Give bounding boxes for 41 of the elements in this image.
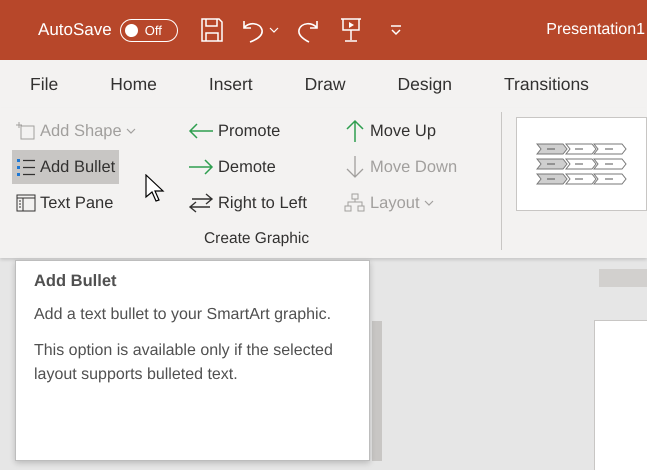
save-icon	[200, 17, 224, 43]
caret-icon	[388, 24, 403, 36]
ribbon-tab[interactable]: Home	[110, 70, 157, 98]
text-pane-icon	[16, 193, 36, 213]
ribbon-command[interactable]: Add Bullet	[12, 150, 120, 184]
swap-arrows-icon	[188, 193, 214, 213]
group-label: Create Graphic	[204, 230, 310, 249]
ribbon-command[interactable]: Right to Left	[184, 186, 311, 220]
hierarchy-icon	[344, 193, 366, 213]
tooltip-title: Add Bullet	[34, 272, 118, 291]
autosave-label: AutoSave	[38, 20, 112, 40]
save-button[interactable]	[200, 17, 224, 43]
caret-icon	[126, 127, 136, 135]
caret-icon	[424, 199, 434, 207]
tooltip-text: This option is available only if the selected layout supports bulleted text.	[34, 341, 334, 385]
ribbon-tab[interactable]: Draw	[304, 70, 346, 98]
scrollbar[interactable]	[372, 321, 382, 461]
caret-icon	[268, 26, 279, 34]
arrow-up-icon	[344, 119, 366, 143]
slideshow-button[interactable]	[338, 17, 363, 43]
window-title: Presentation1	[546, 21, 645, 39]
mouse-pointer-icon	[145, 174, 165, 202]
ribbon-tab[interactable]: Design	[398, 70, 452, 98]
ribbon-command[interactable]: Text Pane	[12, 186, 118, 220]
ribbon-command[interactable]: Move Up	[340, 114, 440, 148]
ribbon-command[interactable]: Demote	[184, 150, 280, 184]
autosave-toggle[interactable]: Off	[120, 18, 178, 42]
customize-button[interactable]	[388, 24, 403, 36]
add-shape-icon	[16, 121, 36, 141]
ribbon-tab[interactable]: Insert	[208, 70, 253, 98]
ribbon-tab[interactable]: Transitions	[504, 70, 589, 98]
ribbon-tab[interactable]: File	[30, 70, 58, 98]
arrow-left-icon	[188, 121, 214, 141]
bullet-list-icon	[16, 157, 36, 177]
layout-gallery-item[interactable]	[516, 117, 647, 211]
presentation-icon	[338, 17, 363, 43]
arrow-down-icon	[344, 155, 366, 179]
ruler	[599, 269, 647, 287]
arrow-right-icon	[188, 157, 214, 177]
ribbon-command[interactable]: Promote	[184, 114, 284, 148]
tooltip-text: Add a text bullet to your SmartArt graphic.	[34, 305, 332, 325]
